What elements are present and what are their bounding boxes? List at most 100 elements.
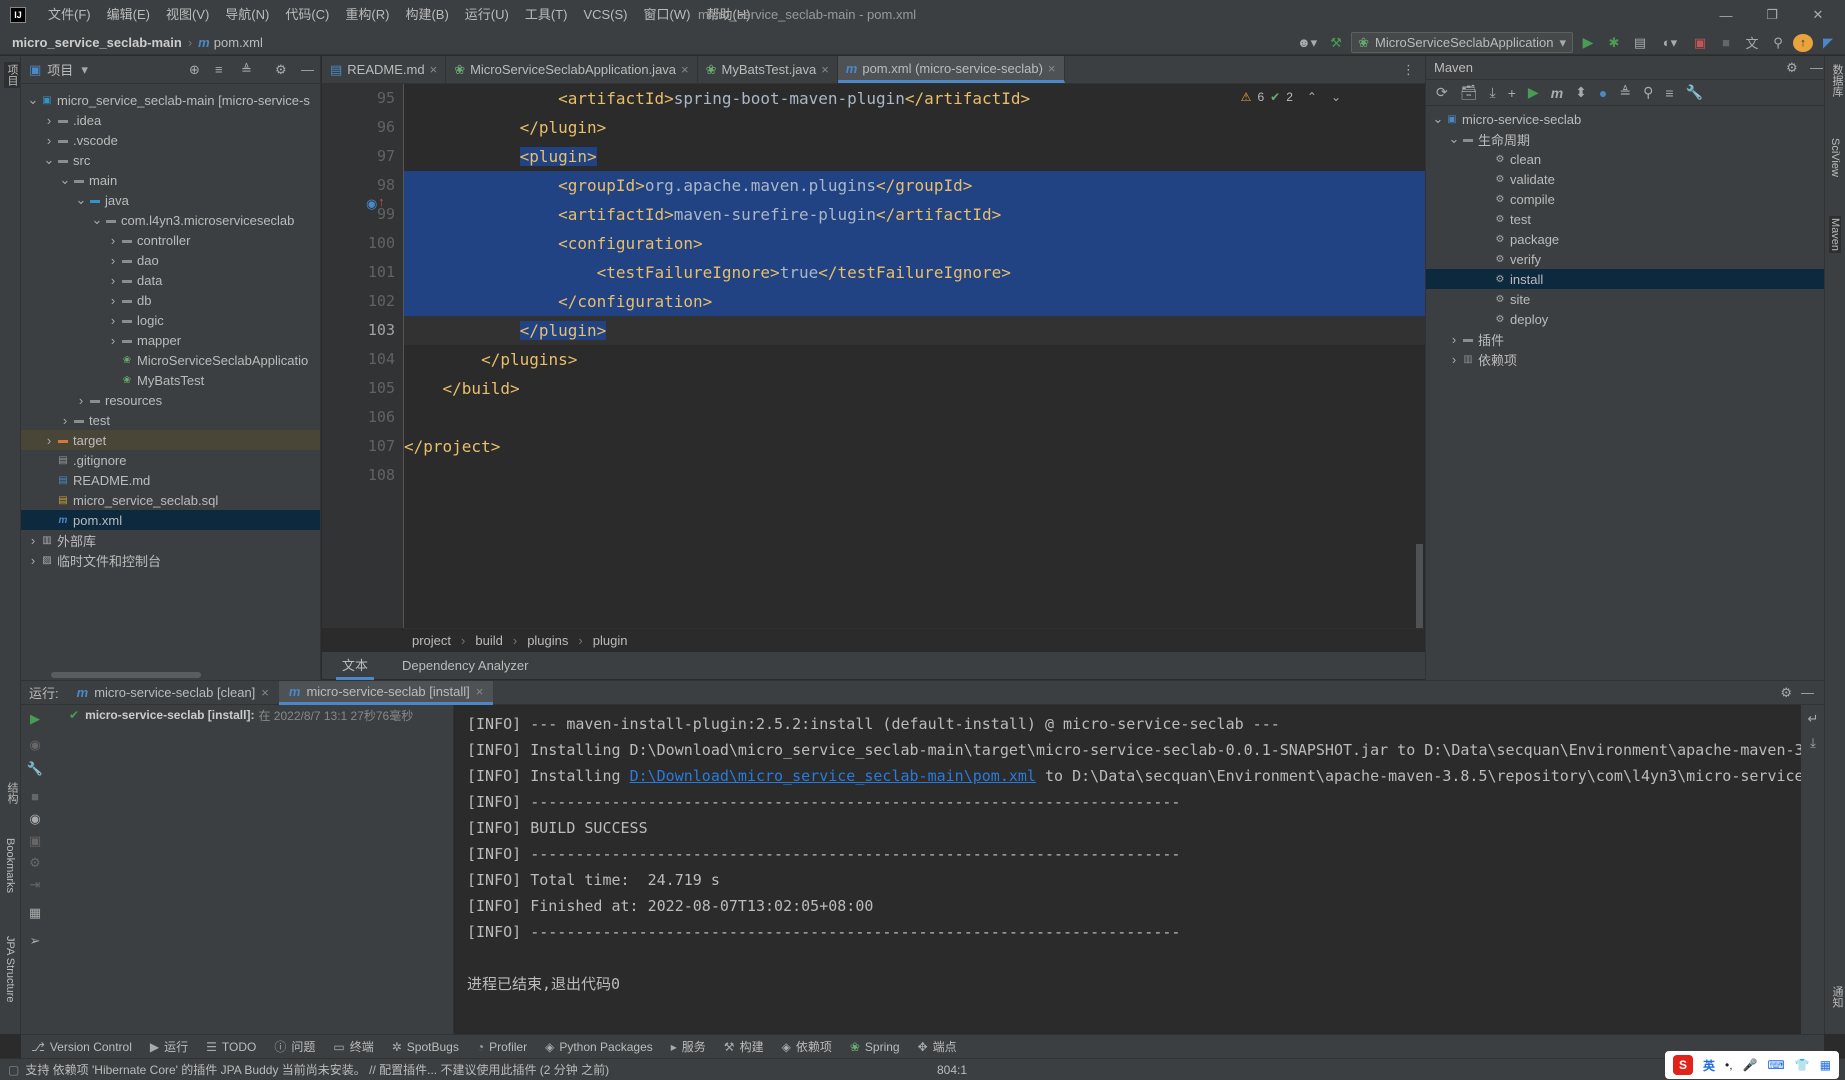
project-tree-item[interactable]: › ▬ dao <box>21 250 320 270</box>
collapse-icon[interactable]: ≜ <box>1619 84 1631 101</box>
menu-item-3[interactable]: 导航(N) <box>217 0 277 30</box>
run-tree-item[interactable]: ✔ micro-service-seclab [install]: 在 2022… <box>49 705 453 725</box>
chevron-right-icon[interactable]: › <box>105 273 121 288</box>
update-icon[interactable]: ↑ <box>1793 33 1813 52</box>
project-tree-item[interactable]: ❀ MicroServiceSeclabApplicatio <box>21 350 320 370</box>
tool-window-button[interactable]: ⎇ Version Control <box>31 1040 132 1054</box>
reimport-icon[interactable]: 🗃 <box>1460 84 1478 101</box>
rerun-icon[interactable]: ▶ <box>27 711 43 727</box>
menu-item-4[interactable]: 代码(C) <box>277 0 337 30</box>
project-tree-item[interactable]: › ▬ controller <box>21 230 320 250</box>
project-tree-item[interactable]: › ▨ 临时文件和控制台 <box>21 550 320 570</box>
run-icon[interactable]: ▶ <box>1528 84 1539 101</box>
project-tree-item[interactable]: › ▬ .vscode <box>21 130 320 150</box>
status-icon[interactable]: ▢ <box>8 1063 19 1077</box>
chevron-right-icon[interactable]: › <box>25 533 41 548</box>
vertical-scrollbar[interactable] <box>1416 544 1423 628</box>
tool-window-button[interactable]: ◈ 依赖项 <box>782 1038 832 1055</box>
project-tree-item[interactable]: › ▬ logic <box>21 310 320 330</box>
maven-tree-item[interactable]: ⚙ package <box>1426 229 1824 249</box>
menu-item-2[interactable]: 视图(V) <box>158 0 217 30</box>
tool-window-button[interactable]: ▶ 运行 <box>150 1038 188 1055</box>
jpa-structure-tool-tab[interactable]: JPA Structure <box>4 936 16 1002</box>
breadcrumb-item[interactable]: project <box>412 633 451 648</box>
microphone-icon[interactable]: 🎤 <box>1743 1058 1758 1072</box>
close-icon[interactable]: × <box>821 62 829 77</box>
chevron-right-icon[interactable]: › <box>73 393 89 408</box>
project-tree-item[interactable]: › ▬ mapper <box>21 330 320 350</box>
project-tree-item[interactable]: ▤ .gitignore <box>21 450 320 470</box>
close-window-button[interactable]: ✕ <box>1795 0 1841 30</box>
maven-tree-item[interactable]: ⚙ test <box>1426 209 1824 229</box>
breadcrumb-item[interactable]: build <box>475 633 502 648</box>
close-icon[interactable]: × <box>430 62 438 77</box>
close-icon[interactable]: × <box>261 685 269 700</box>
translate-icon[interactable]: 文 <box>1741 33 1763 52</box>
toggle-offline-icon[interactable]: ⬍ <box>1575 84 1587 101</box>
project-tree-item[interactable]: ▤ README.md <box>21 470 320 490</box>
tool-window-button[interactable]: ▸ 服务 <box>671 1038 706 1055</box>
override-marker-icon[interactable]: ◉ <box>366 196 377 212</box>
chevron-down-icon[interactable]: ▾ <box>81 62 88 78</box>
tool-window-button[interactable]: ⓘ 问题 <box>274 1038 315 1055</box>
caret-position[interactable]: 804:1 <box>937 1063 967 1077</box>
chevron-right-icon[interactable]: › <box>41 113 57 128</box>
project-tree-item[interactable]: ⌄ ▬ java <box>21 190 320 210</box>
project-panel-title[interactable]: 项目 <box>47 60 73 79</box>
project-tree-item[interactable]: m pom.xml <box>21 510 320 530</box>
reload-icon[interactable]: ⟳ <box>1436 84 1448 101</box>
project-tree-item[interactable]: ▤ micro_service_seclab.sql <box>21 490 320 510</box>
chevron-down-icon[interactable]: ⌄ <box>25 92 41 108</box>
menu-item-5[interactable]: 重构(R) <box>337 0 397 30</box>
maximize-button[interactable]: ❐ <box>1749 0 1795 30</box>
add-icon[interactable]: + <box>1508 85 1516 101</box>
tool-window-button[interactable]: ❀ Spring <box>850 1040 900 1054</box>
project-tree-item[interactable]: › ▬ resources <box>21 390 320 410</box>
chevron-right-icon[interactable]: › <box>105 253 121 268</box>
stop-icon[interactable]: ■ <box>1715 35 1737 50</box>
chevron-right-icon[interactable]: › <box>1446 332 1462 347</box>
menu-item-8[interactable]: 工具(T) <box>517 0 576 30</box>
tool-window-button[interactable]: ◔ Profiler <box>477 1040 527 1054</box>
show-dependencies-icon[interactable]: ⚲ <box>1643 84 1653 101</box>
editor-tab[interactable]: ▤ README.md × <box>322 56 447 83</box>
project-tree-item[interactable]: › ▬ target <box>21 430 320 450</box>
project-tree-item[interactable]: ⌄ ▬ src <box>21 150 320 170</box>
project-tree-item[interactable]: ⌄ ▬ com.l4yn3.microserviceseclab <box>21 210 320 230</box>
project-tree-item[interactable]: › ▬ db <box>21 290 320 310</box>
close-icon[interactable]: × <box>681 62 689 77</box>
exit-icon[interactable]: ⇥ <box>27 877 43 893</box>
console-output[interactable]: [INFO] --- maven-install-plugin:2.5.2:in… <box>455 705 1801 1035</box>
hide-icon[interactable]: — <box>1810 60 1823 75</box>
project-tree-item[interactable]: › ▬ data <box>21 270 320 290</box>
debug-icon[interactable]: ✱ <box>1603 35 1625 51</box>
menu-item-7[interactable]: 运行(U) <box>457 0 517 30</box>
coverage-icon[interactable]: ▤ <box>1629 35 1651 51</box>
chevron-down-icon[interactable]: ⌄ <box>1446 131 1462 147</box>
maven-tree-item[interactable]: ⚙ deploy <box>1426 309 1824 329</box>
editor-tab[interactable]: ❀ MyBatsTest.java × <box>698 56 838 83</box>
close-icon[interactable]: × <box>1048 61 1056 76</box>
keyboard-icon[interactable]: ⌨ <box>1768 1058 1785 1072</box>
project-tree-item[interactable]: ❀ MyBatsTest <box>21 370 320 390</box>
expand-icon[interactable]: ≡ <box>1665 85 1673 101</box>
download-icon[interactable]: ⤓ <box>1490 84 1496 101</box>
editor-tab[interactable]: m pom.xml (micro-service-seclab) × <box>837 56 1065 83</box>
locate-icon[interactable]: ⊕ <box>189 62 200 78</box>
gear-icon[interactable]: ⚙ <box>1786 60 1798 76</box>
wrench-icon[interactable]: 🔧 <box>27 761 43 777</box>
project-tool-tab[interactable]: 项目 <box>4 62 20 88</box>
chevron-right-icon[interactable]: › <box>105 313 121 328</box>
minimize-button[interactable]: — <box>1703 0 1749 30</box>
gear-icon[interactable]: ⚙ <box>1780 685 1792 701</box>
inspection-widget[interactable]: ⚠ 6 ✔ 2 ⌃ ⌄ <box>1241 90 1341 104</box>
rerun-failed-icon[interactable]: ◉ <box>27 737 43 753</box>
project-tree-item[interactable]: › ▬ .idea <box>21 110 320 130</box>
menu-item-0[interactable]: 文件(F) <box>40 0 99 30</box>
maven-tree-item[interactable]: ⚙ verify <box>1426 249 1824 269</box>
maven-tree-item[interactable]: ⚙ install <box>1426 269 1824 289</box>
chevron-down-icon[interactable]: ⌄ <box>57 172 73 188</box>
previous-highlight-icon[interactable]: ⌃ <box>1307 90 1317 104</box>
chevron-down-icon[interactable]: ⌄ <box>41 152 57 168</box>
maven-tree-item[interactable]: ⌄ ▣ micro-service-seclab <box>1426 109 1824 129</box>
